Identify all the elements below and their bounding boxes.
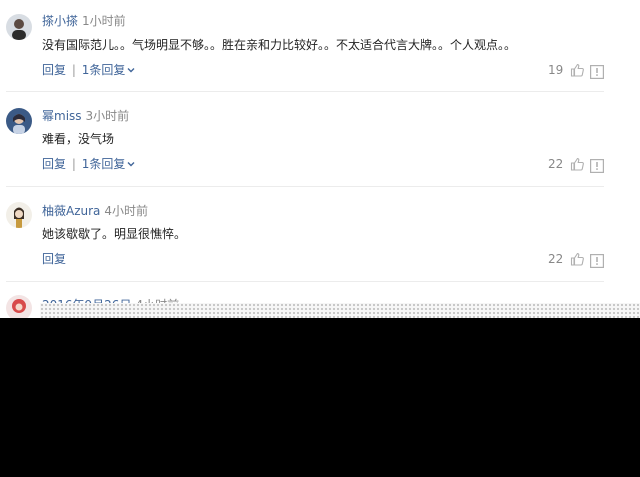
report-icon[interactable] xyxy=(590,158,605,174)
report-icon[interactable] xyxy=(590,253,605,269)
like-count: 19 xyxy=(548,63,564,77)
replies-count-label: 1条回复 xyxy=(81,63,126,77)
timestamp: 3小时前 xyxy=(85,109,130,123)
thumbs-up-icon xyxy=(570,252,585,270)
comment-text: 她该歇歇了。明显很憔悴。 xyxy=(42,227,187,241)
avatar-icon[interactable] xyxy=(6,108,32,134)
username[interactable]: 幂miss xyxy=(42,109,82,123)
comment-actions: 回复 | 1条回复 xyxy=(42,62,135,78)
report-icon[interactable] xyxy=(590,64,605,80)
chevron-down-icon xyxy=(127,156,135,172)
chevron-down-icon xyxy=(127,62,135,78)
blank-region xyxy=(0,318,640,477)
loading-overlay-band xyxy=(40,303,640,318)
comment-header: 幂miss 3小时前 xyxy=(42,108,129,124)
username[interactable]: 搽小搽 xyxy=(42,14,78,28)
divider xyxy=(6,281,604,282)
reply-button[interactable]: 回复 xyxy=(42,63,66,77)
like-button[interactable]: 19 xyxy=(548,62,585,81)
like-count: 22 xyxy=(548,252,564,266)
reply-button[interactable]: 回复 xyxy=(42,252,66,266)
thumbs-up-icon xyxy=(570,63,585,81)
divider xyxy=(6,91,604,92)
comment-header: 柚薇Azura 4小时前 xyxy=(42,203,148,219)
like-button[interactable]: 22 xyxy=(548,156,585,175)
like-count: 22 xyxy=(548,157,564,171)
comment-actions: 回复 | 1条回复 xyxy=(42,156,135,172)
like-button[interactable]: 22 xyxy=(548,251,585,270)
replies-count-label: 1条回复 xyxy=(81,157,126,171)
comment-header: 搽小搽 1小时前 xyxy=(42,13,126,29)
separator: | xyxy=(71,157,76,171)
view-replies-button[interactable]: 1条回复 xyxy=(82,63,136,77)
comment-text: 难看，没气场 xyxy=(42,132,115,146)
thumbs-up-icon xyxy=(570,157,585,175)
username[interactable]: 柚薇Azura xyxy=(42,204,100,218)
avatar-icon[interactable] xyxy=(6,14,32,40)
divider xyxy=(6,186,604,187)
timestamp: 4小时前 xyxy=(104,204,149,218)
separator: | xyxy=(71,63,76,77)
avatar-icon[interactable] xyxy=(6,202,32,228)
comment-actions: 回复 xyxy=(42,251,66,267)
view-replies-button[interactable]: 1条回复 xyxy=(82,157,136,171)
comment-text: 没有国际范儿。。气场明显不够。。胜在亲和力比较好。。不太适合代言大牌。。个人观点… xyxy=(42,38,517,52)
reply-button[interactable]: 回复 xyxy=(42,157,66,171)
timestamp: 1小时前 xyxy=(82,14,126,28)
